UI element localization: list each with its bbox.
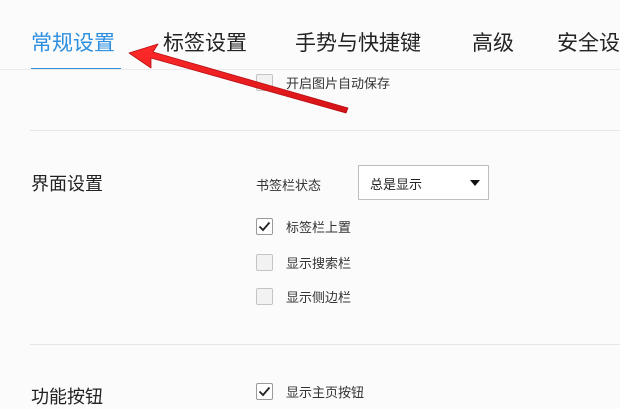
checkmark-icon: [258, 386, 271, 396]
tab-general-settings[interactable]: 常规设置: [31, 28, 115, 58]
tabbar-on-top-checkbox[interactable]: [256, 217, 273, 235]
option-show-search-bar[interactable]: 显示搜索栏: [256, 252, 351, 272]
settings-tab-bar: 常规设置 标签设置 手势与快捷键 高级 安全设: [0, 0, 620, 70]
section-title-interface: 界面设置: [31, 174, 103, 195]
option-tabbar-on-top[interactable]: 标签栏上置: [256, 216, 351, 236]
tab-gestures-shortcuts[interactable]: 手势与快捷键: [295, 28, 421, 58]
show-sidebar-label: 显示侧边栏: [286, 290, 352, 306]
show-sidebar-checkbox[interactable]: [256, 287, 273, 305]
tab-advanced[interactable]: 高级: [472, 28, 514, 58]
section-title-function-buttons: 功能按钮: [31, 387, 103, 408]
option-show-sidebar[interactable]: 显示侧边栏: [256, 286, 351, 306]
show-search-bar-label: 显示搜索栏: [286, 256, 352, 272]
tab-bar-divider: [0, 69, 620, 70]
dropdown-arrow-icon: [470, 180, 480, 186]
show-home-button-checkbox[interactable]: [256, 382, 273, 400]
option-auto-save-images[interactable]: 开启图片自动保存: [256, 72, 390, 92]
checkmark-icon: [258, 221, 271, 231]
show-home-button-label: 显示主页按钮: [286, 385, 365, 401]
option-show-home-button[interactable]: 显示主页按钮: [256, 381, 364, 401]
bookmark-bar-status-select[interactable]: 总是显示: [358, 165, 489, 200]
tab-security-settings[interactable]: 安全设: [557, 28, 620, 58]
bookmark-bar-status-label: 书签栏状态: [256, 179, 322, 194]
show-search-bar-checkbox[interactable]: [256, 253, 273, 271]
auto-save-images-label: 开启图片自动保存: [286, 76, 391, 92]
tabbar-on-top-label: 标签栏上置: [286, 220, 352, 236]
section-divider: [30, 344, 620, 345]
select-value: 总是显示: [370, 178, 423, 193]
tab-tab-settings[interactable]: 标签设置: [163, 28, 247, 58]
section-divider: [30, 130, 620, 131]
auto-save-images-checkbox[interactable]: [256, 73, 273, 91]
